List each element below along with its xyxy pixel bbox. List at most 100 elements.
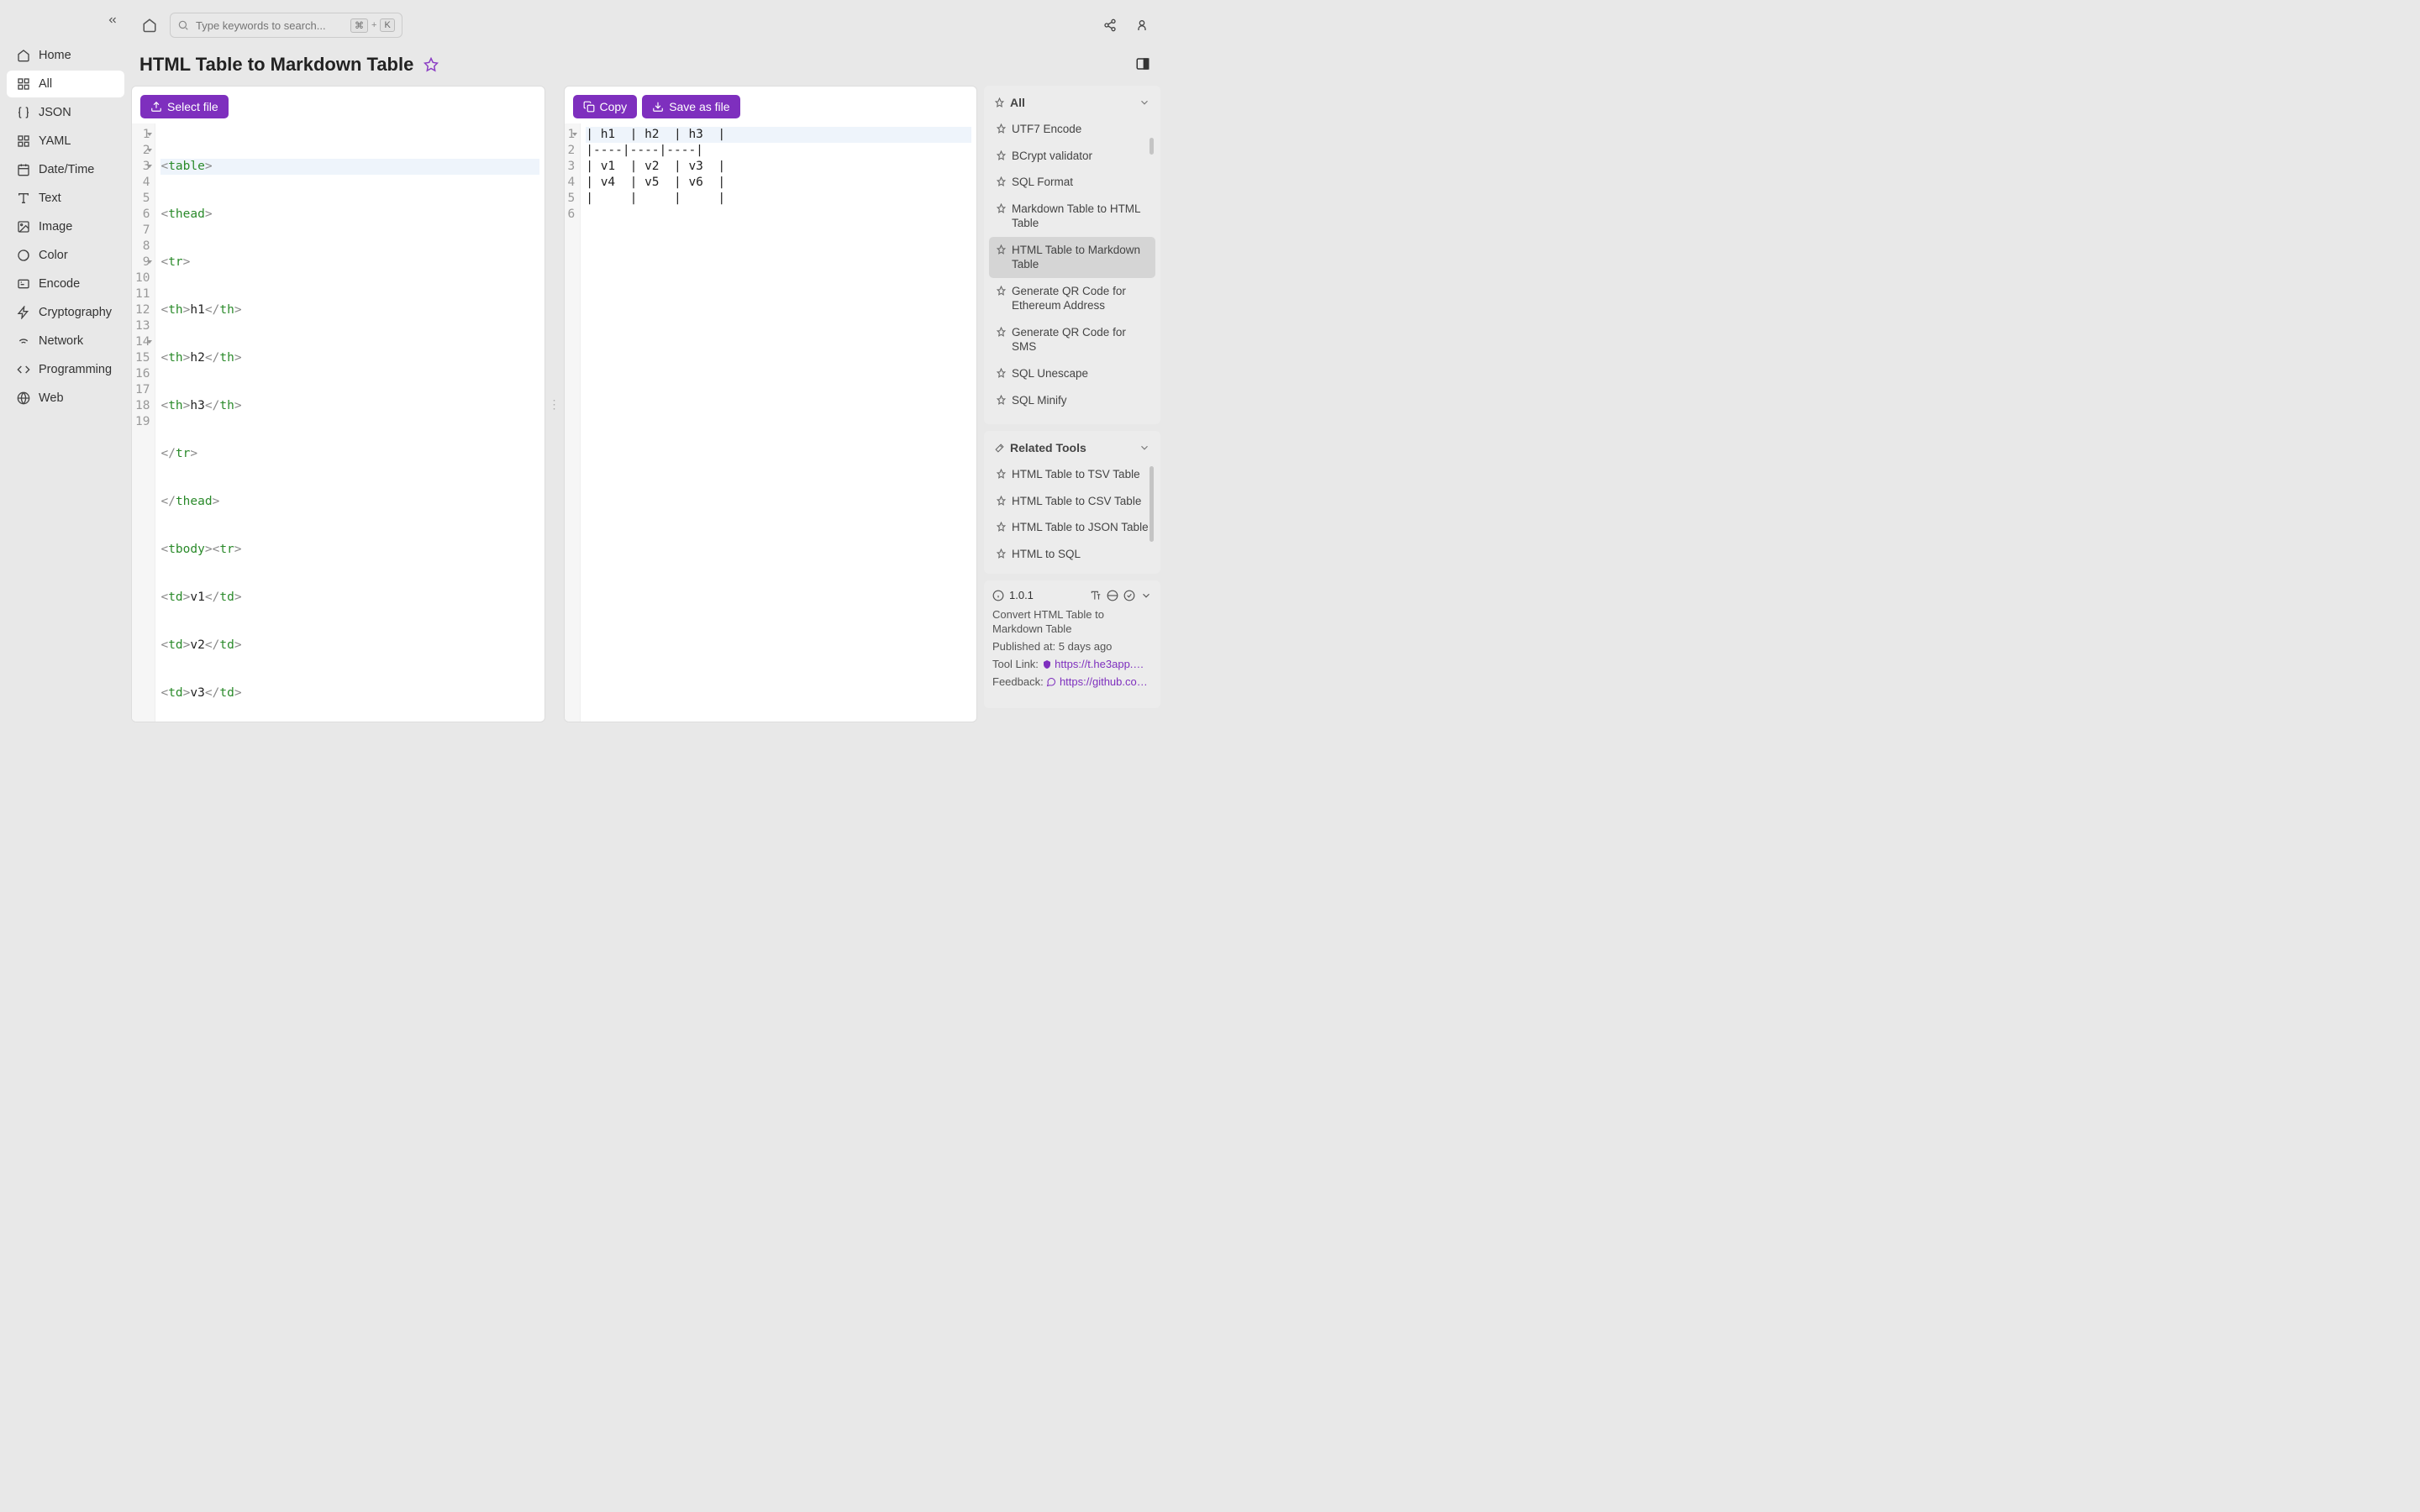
input-code[interactable]: <table> <thead> <tr> <th>h1</th> <th>h2<… xyxy=(155,123,544,722)
user-button[interactable] xyxy=(1130,13,1154,37)
sidebar-item-datetime[interactable]: Date/Time xyxy=(7,156,124,183)
info-tool-link: Tool Link: https://t.he3app.co… xyxy=(992,658,1152,672)
title-row: HTML Table to Markdown Table xyxy=(131,50,1160,79)
wifi-icon xyxy=(17,334,30,348)
output-toolbar: Copy Save as file xyxy=(565,87,977,123)
sidebar-item-text[interactable]: Text xyxy=(7,185,124,212)
sidebar-item-json[interactable]: JSON xyxy=(7,99,124,126)
home-button[interactable] xyxy=(138,13,161,37)
cmd-key: ⌘ xyxy=(350,18,368,33)
k-key: K xyxy=(380,18,394,32)
sidebar-item-yaml[interactable]: YAML xyxy=(7,128,124,155)
sidebar-item-label: Programming xyxy=(39,363,112,376)
select-file-button[interactable]: Select file xyxy=(140,95,229,118)
panel-toggle-button[interactable] xyxy=(1135,56,1152,73)
save-as-file-button[interactable]: Save as file xyxy=(642,95,739,118)
globe-icon[interactable] xyxy=(1107,590,1118,601)
related-tool-item[interactable]: HTML to SQL xyxy=(989,541,1155,568)
globe-icon xyxy=(17,391,30,405)
sidebar-item-web[interactable]: Web xyxy=(7,385,124,412)
color-icon xyxy=(17,249,30,262)
tool-item[interactable]: SQL Unescape xyxy=(989,360,1155,387)
tool-item[interactable]: Generate QR Code for SMS xyxy=(989,319,1155,360)
output-editor[interactable]: 123456 | h1 | h2 | h3 ||----|----|----||… xyxy=(565,123,977,722)
text-icon xyxy=(17,192,30,205)
sidebar-collapse-button[interactable] xyxy=(104,12,121,29)
sidebar-item-programming[interactable]: Programming xyxy=(7,356,124,383)
sidebar-item-encode[interactable]: Encode xyxy=(7,270,124,297)
tool-item[interactable]: UTF7 Encode xyxy=(989,116,1155,143)
search-input[interactable] xyxy=(196,19,344,32)
scrollbar[interactable] xyxy=(1150,466,1154,562)
feedback-link[interactable]: https://github.com/… xyxy=(1060,675,1152,690)
main: ⌘ + K HTML Table to Markdown Table xyxy=(131,0,1167,729)
sidebar-item-label: Network xyxy=(39,334,83,348)
image-icon xyxy=(17,220,30,234)
related-tools-card: Related Tools HTML Table to TSV TableHTM… xyxy=(984,431,1160,574)
sidebar-item-all[interactable]: All xyxy=(7,71,124,97)
share-icon xyxy=(1103,18,1117,32)
info-description: Convert HTML Table to Markdown Table xyxy=(992,608,1152,637)
sidebar-item-label: All xyxy=(39,77,52,91)
sidebar-item-label: Cryptography xyxy=(39,306,112,319)
related-tool-item[interactable]: HTML Table to TSV Table xyxy=(989,461,1155,488)
related-tool-item[interactable]: HTML Table to CSV Table xyxy=(989,488,1155,515)
text-size-icon[interactable] xyxy=(1090,590,1102,601)
sidebar-item-label: JSON xyxy=(39,106,71,119)
scrollbar[interactable] xyxy=(1150,121,1154,412)
input-editor-pane: Select file 1234567891011121314151617181… xyxy=(131,86,545,722)
input-gutter: 12345678910111213141516171819 xyxy=(132,123,155,722)
related-tool-item[interactable]: HTML Table to JSON Table xyxy=(989,514,1155,541)
pin-icon xyxy=(994,97,1005,108)
save-label: Save as file xyxy=(669,100,729,113)
sidebar-item-cryptography[interactable]: Cryptography xyxy=(7,299,124,326)
braces-icon xyxy=(17,106,30,119)
tool-item[interactable]: Generate QR Code for Ethereum Address xyxy=(989,278,1155,319)
sidebar-item-network[interactable]: Network xyxy=(7,328,124,354)
sidebar-list: Home All JSON YAML Date/Time Text Image xyxy=(7,42,124,412)
chevron-down-icon[interactable] xyxy=(1140,590,1152,601)
check-circle-icon[interactable] xyxy=(1123,590,1135,601)
share-button[interactable] xyxy=(1098,13,1122,37)
download-icon xyxy=(652,101,664,113)
input-editor[interactable]: 12345678910111213141516171819 <table> <t… xyxy=(132,123,544,722)
input-toolbar: Select file xyxy=(132,87,544,123)
favorite-button[interactable] xyxy=(424,57,439,72)
search-box[interactable]: ⌘ + K xyxy=(170,13,402,38)
tool-item[interactable]: SQL Minify xyxy=(989,387,1155,414)
tool-link[interactable]: https://t.he3app.co… xyxy=(1055,658,1147,672)
sidebar-item-label: Color xyxy=(39,249,68,262)
sidebar-item-label: Date/Time xyxy=(39,163,94,176)
sidebar-item-image[interactable]: Image xyxy=(7,213,124,240)
sidebar-item-label: Text xyxy=(39,192,61,205)
splitter[interactable]: ⋮ xyxy=(552,86,557,722)
all-tools-list[interactable]: UTF7 EncodeBCrypt validatorSQL FormatMar… xyxy=(989,116,1155,417)
related-header-label: Related Tools xyxy=(1010,441,1086,454)
sidebar-item-color[interactable]: Color xyxy=(7,242,124,269)
page-title: HTML Table to Markdown Table xyxy=(139,54,413,76)
all-tools-header[interactable]: All xyxy=(989,92,1155,116)
info-card: 1.0.1 Convert HTML Table to Markdown Tab… xyxy=(984,580,1160,708)
sidebar-item-label: YAML xyxy=(39,134,71,148)
tool-item[interactable]: SQL Format xyxy=(989,169,1155,196)
output-code[interactable]: | h1 | h2 | h3 ||----|----|----|| v1 | v… xyxy=(581,123,976,722)
chevron-double-left-icon xyxy=(107,14,118,26)
copy-label: Copy xyxy=(600,100,628,113)
tool-item[interactable]: Markdown Table to HTML Table xyxy=(989,196,1155,237)
wand-icon xyxy=(994,443,1005,454)
copy-button[interactable]: Copy xyxy=(573,95,638,118)
tool-item[interactable]: BCrypt validator xyxy=(989,143,1155,170)
search-icon xyxy=(177,19,189,31)
encode-icon xyxy=(17,277,30,291)
home-icon xyxy=(142,18,157,33)
related-header[interactable]: Related Tools xyxy=(989,438,1155,461)
sidebar-item-home[interactable]: Home xyxy=(7,42,124,69)
info-feedback: Feedback: https://github.com/… xyxy=(992,675,1152,690)
code-icon xyxy=(17,363,30,376)
related-tools-list[interactable]: HTML Table to TSV TableHTML Table to CSV… xyxy=(989,461,1155,567)
search-shortcut: ⌘ + K xyxy=(350,18,395,33)
tool-item[interactable]: HTML Table to Markdown Table xyxy=(989,237,1155,278)
grid-icon xyxy=(17,134,30,148)
calendar-icon xyxy=(17,163,30,176)
sidebar-item-label: Home xyxy=(39,49,71,62)
